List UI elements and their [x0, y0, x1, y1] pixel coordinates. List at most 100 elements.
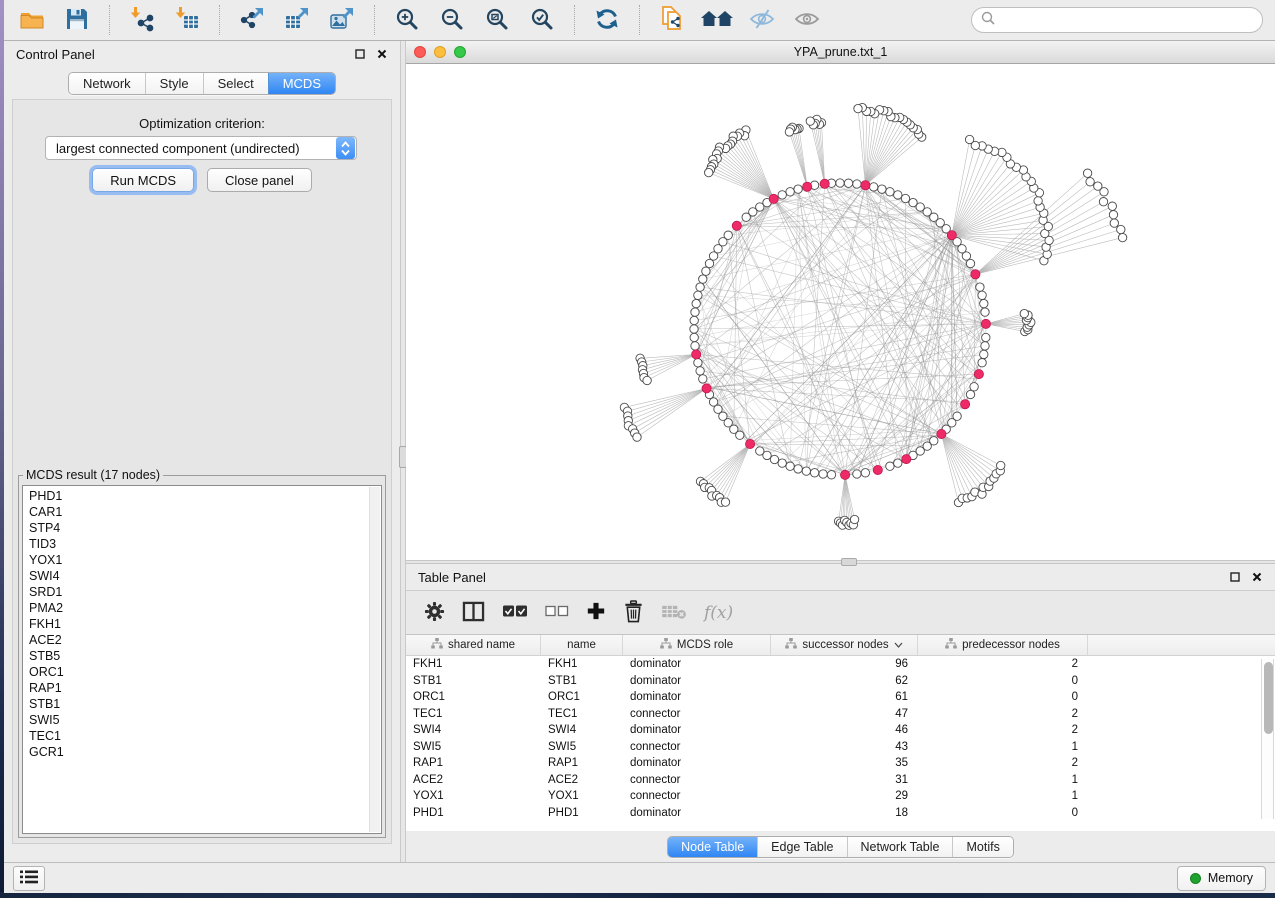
- import-table-icon: [174, 6, 200, 35]
- export-image-button[interactable]: [326, 4, 358, 36]
- open-file-button[interactable]: [16, 4, 48, 36]
- column-header-predecessor-nodes[interactable]: predecessor nodes: [918, 635, 1088, 655]
- column-header-shared-name[interactable]: shared name: [406, 635, 541, 655]
- table-row[interactable]: RAP1RAP1dominator352: [406, 755, 1275, 772]
- mcds-node-item[interactable]: STP4: [29, 520, 381, 536]
- mcds-node-item[interactable]: SRD1: [29, 584, 381, 600]
- float-panel-button[interactable]: [1227, 569, 1243, 585]
- cell-MCDS-role: dominator: [623, 724, 771, 736]
- zoom-in-button[interactable]: [391, 4, 423, 36]
- mcds-node-item[interactable]: FKH1: [29, 616, 381, 632]
- table-row[interactable]: FKH1FKH1dominator962: [406, 656, 1275, 673]
- delete-row-button[interactable]: [623, 600, 644, 626]
- table-scrollbar[interactable]: [1261, 659, 1274, 819]
- column-label: successor nodes: [802, 639, 888, 651]
- mcds-node-item[interactable]: RAP1: [29, 680, 381, 696]
- table-tabs: Node TableEdge TableNetwork TableMotifs: [667, 836, 1014, 858]
- add-row-button[interactable]: [586, 601, 606, 624]
- import-network-button[interactable]: [126, 4, 158, 36]
- cell-predecessor-nodes: 2: [918, 724, 1088, 736]
- network-canvas[interactable]: [406, 64, 1275, 560]
- tab-network[interactable]: Network: [69, 73, 145, 94]
- criterion-select[interactable]: largest connected component (undirected): [45, 136, 357, 160]
- table-row[interactable]: STB1STB1dominator620: [406, 673, 1275, 690]
- mcds-node-item[interactable]: TEC1: [29, 728, 381, 744]
- export-table-button[interactable]: [281, 4, 313, 36]
- hide-selected-button[interactable]: [746, 4, 778, 36]
- first-neighbors-button[interactable]: [701, 4, 733, 36]
- column-header-name[interactable]: name: [541, 635, 623, 655]
- column-header-MCDS-role[interactable]: MCDS role: [623, 635, 771, 655]
- splitter-handle[interactable]: [841, 558, 857, 566]
- houses-icon: [701, 7, 733, 34]
- network-titlebar[interactable]: YPA_prune.txt_1: [406, 41, 1275, 64]
- search-field[interactable]: [1001, 12, 1253, 28]
- settings-gear-button[interactable]: [424, 601, 445, 625]
- cell-name: STB1: [541, 675, 623, 687]
- tab-style[interactable]: Style: [145, 73, 203, 94]
- close-mcds-panel-button[interactable]: Close panel: [207, 168, 312, 192]
- tab-select[interactable]: Select: [203, 73, 268, 94]
- task-history-button[interactable]: [13, 866, 45, 891]
- table-row[interactable]: YOX1YOX1connector291: [406, 788, 1275, 805]
- scrollbar-thumb[interactable]: [1264, 662, 1273, 734]
- mcds-node-item[interactable]: ACE2: [29, 632, 381, 648]
- tab-edge-table[interactable]: Edge Table: [757, 837, 846, 857]
- show-all-button[interactable]: [791, 4, 823, 36]
- close-panel-button[interactable]: [1249, 569, 1265, 585]
- tab-motifs[interactable]: Motifs: [952, 837, 1012, 857]
- refresh-layout-button[interactable]: [591, 4, 623, 36]
- table-row[interactable]: ACE2ACE2connector311: [406, 772, 1275, 789]
- search-input[interactable]: [971, 7, 1263, 33]
- optimization-criterion-label: Optimization criterion:: [13, 116, 391, 131]
- close-panel-button[interactable]: [374, 46, 390, 62]
- mcds-node-item[interactable]: PHD1: [29, 488, 381, 504]
- cell-name: FKH1: [541, 658, 623, 670]
- table-row[interactable]: ORC1ORC1dominator610: [406, 689, 1275, 706]
- mcds-node-item[interactable]: STB5: [29, 648, 381, 664]
- tab-network-table[interactable]: Network Table: [847, 837, 953, 857]
- mcds-node-item[interactable]: CAR1: [29, 504, 381, 520]
- import-table-button[interactable]: [171, 4, 203, 36]
- column-header-successor-nodes[interactable]: successor nodes: [771, 635, 918, 655]
- tab-mcds[interactable]: MCDS: [268, 73, 335, 94]
- zoom-selected-button[interactable]: [526, 4, 558, 36]
- list-scrollbar[interactable]: [369, 487, 380, 832]
- cell-successor-nodes: 46: [771, 724, 918, 736]
- show-column-button[interactable]: [462, 601, 485, 625]
- duplicate-network-button[interactable]: [656, 4, 688, 36]
- export-network-button[interactable]: [236, 4, 268, 36]
- cell-shared-name: RAP1: [406, 757, 541, 769]
- mcds-node-item[interactable]: SWI4: [29, 568, 381, 584]
- save-session-button[interactable]: [61, 4, 93, 36]
- table-row[interactable]: SWI5SWI5connector431: [406, 739, 1275, 756]
- cell-MCDS-role: connector: [623, 741, 771, 753]
- mcds-node-item[interactable]: YOX1: [29, 552, 381, 568]
- cell-predecessor-nodes: 2: [918, 708, 1088, 720]
- cell-successor-nodes: 47: [771, 708, 918, 720]
- mcds-node-item[interactable]: TID3: [29, 536, 381, 552]
- tab-node-table[interactable]: Node Table: [668, 837, 757, 857]
- table-row[interactable]: PHD1PHD1dominator180: [406, 805, 1275, 822]
- float-panel-button[interactable]: [352, 46, 368, 62]
- horizontal-splitter[interactable]: [406, 560, 1275, 564]
- memory-button[interactable]: Memory: [1177, 866, 1266, 891]
- table-panel: Table Panel f(x) shared namenameMCDS rol…: [406, 564, 1275, 862]
- mcds-node-item[interactable]: STB1: [29, 696, 381, 712]
- table-row[interactable]: SWI4SWI4dominator462: [406, 722, 1275, 739]
- cell-predecessor-nodes: 0: [918, 691, 1088, 703]
- mcds-node-item[interactable]: PMA2: [29, 600, 381, 616]
- mcds-result-list[interactable]: PHD1CAR1STP4TID3YOX1SWI4SRD1PMA2FKH1ACE2…: [22, 485, 382, 834]
- zoom-fit-button[interactable]: [481, 4, 513, 36]
- cell-shared-name: PHD1: [406, 807, 541, 819]
- mcds-node-item[interactable]: SWI5: [29, 712, 381, 728]
- zoom-out-button[interactable]: [436, 4, 468, 36]
- sort-down-icon: [894, 639, 903, 651]
- mcds-node-item[interactable]: ORC1: [29, 664, 381, 680]
- run-mcds-button[interactable]: Run MCDS: [92, 168, 194, 192]
- toolbar-divider: [574, 5, 575, 35]
- deselect-all-button[interactable]: [545, 605, 569, 620]
- table-row[interactable]: TEC1TEC1connector472: [406, 706, 1275, 723]
- select-all-button[interactable]: [502, 604, 528, 621]
- mcds-node-item[interactable]: GCR1: [29, 744, 381, 760]
